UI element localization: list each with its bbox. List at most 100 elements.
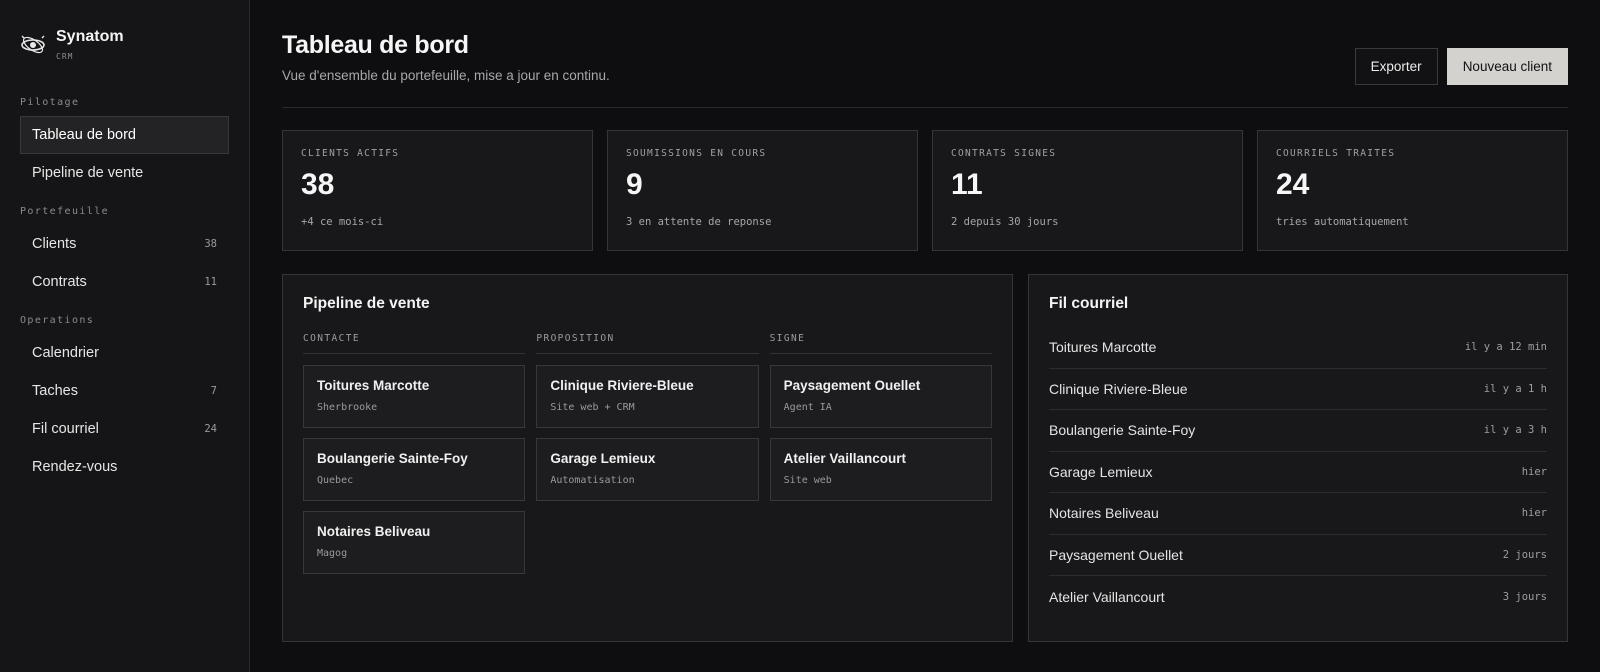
feed-name: Boulangerie Sainte-Foy bbox=[1049, 422, 1196, 439]
sidebar-item-label: Rendez-vous bbox=[32, 459, 118, 475]
feed-item[interactable]: Toitures Marcotte il y a 12 min bbox=[1049, 327, 1547, 369]
sidebar-item-label: Calendrier bbox=[32, 345, 99, 361]
deal-card[interactable]: Garage Lemieux Automatisation bbox=[536, 438, 759, 501]
page-subtitle: Vue d'ensemble du portefeuille, mise a j… bbox=[282, 68, 610, 83]
feed-item[interactable]: Atelier Vaillancourt 3 jours bbox=[1049, 576, 1547, 618]
stat-note: +4 ce mois-ci bbox=[301, 216, 384, 228]
pipeline-column-contacte: CONTACTE Toitures Marcotte Sherbrooke Bo… bbox=[303, 333, 526, 584]
deal-name: Boulangerie Sainte-Foy bbox=[317, 451, 468, 466]
app-shell: Synatom CRM Pilotage Tableau de bord Pip… bbox=[0, 0, 1600, 672]
feed-name: Notaires Beliveau bbox=[1049, 505, 1159, 522]
stat-note: tries automatiquement bbox=[1276, 216, 1409, 228]
stats-row: CLIENTS ACTIFS 38 +4 ce mois-ci SOUMISSI… bbox=[282, 130, 1568, 251]
header-actions: Exporter Nouveau client bbox=[1354, 48, 1568, 85]
deal-card[interactable]: Notaires Beliveau Magog bbox=[303, 511, 526, 574]
eye-atom-icon bbox=[21, 35, 45, 54]
feed-time: il y a 12 min bbox=[1464, 341, 1547, 354]
deal-card[interactable]: Clinique Riviere-Bleue Site web + CRM bbox=[536, 365, 759, 428]
brand-name: Synatom bbox=[56, 28, 124, 45]
deal-name: Toitures Marcotte bbox=[317, 378, 430, 393]
page-title: Tableau de bord bbox=[282, 31, 469, 59]
nav-section-title: Operations bbox=[20, 315, 95, 326]
feed-name: Paysagement Ouellet bbox=[1049, 546, 1183, 563]
deal-card[interactable]: Boulangerie Sainte-Foy Quebec bbox=[303, 438, 526, 501]
sidebar-item-count: 7 bbox=[210, 385, 217, 397]
deal-name: Notaires Beliveau bbox=[317, 524, 431, 539]
sidebar-item-label: Contrats bbox=[32, 274, 87, 290]
page-header: Tableau de bord Vue d'ensemble du portef… bbox=[282, 28, 1568, 108]
feed-item[interactable]: Clinique Riviere-Bleue il y a 1 h bbox=[1049, 369, 1547, 410]
feed-item[interactable]: Notaires Beliveau hier bbox=[1049, 493, 1547, 535]
feed-name: Atelier Vaillancourt bbox=[1049, 588, 1165, 605]
sidebar-item-tableau-de-bord[interactable]: Tableau de bord bbox=[20, 116, 229, 154]
nav-section-title: Portefeuille bbox=[20, 206, 110, 217]
stat-card-clients-actifs: CLIENTS ACTIFS 38 +4 ce mois-ci bbox=[282, 130, 593, 251]
sidebar-item-label: Fil courriel bbox=[32, 421, 99, 437]
feed-time: 3 jours bbox=[1502, 590, 1547, 603]
sidebar-item-label: Clients bbox=[32, 236, 77, 252]
pipeline-columns: CONTACTE Toitures Marcotte Sherbrooke Bo… bbox=[303, 333, 992, 584]
stat-label: CONTRATS SIGNES bbox=[951, 148, 1057, 159]
email-feed-panel: Fil courriel Toitures Marcotte il y a 12… bbox=[1028, 274, 1568, 642]
deal-card[interactable]: Paysagement Ouellet Agent IA bbox=[769, 365, 992, 428]
export-button[interactable]: Exporter bbox=[1354, 48, 1438, 85]
pipeline-column-signe: SIGNE Paysagement Ouellet Agent IA Ateli… bbox=[769, 333, 992, 584]
sidebar-nav: Pilotage Tableau de bord Pipeline de ven… bbox=[20, 97, 229, 486]
feed-list: Toitures Marcotte il y a 12 min Clinique… bbox=[1049, 327, 1547, 618]
stat-note: 3 en attente de reponse bbox=[626, 216, 772, 228]
sidebar-item-pipeline-de-vente[interactable]: Pipeline de vente bbox=[20, 154, 229, 192]
pipeline-column-proposition: PROPOSITION Clinique Riviere-Bleue Site … bbox=[536, 333, 759, 584]
stat-note: 2 depuis 30 jours bbox=[951, 216, 1059, 228]
deal-name: Paysagement Ouellet bbox=[783, 378, 921, 393]
feed-item[interactable]: Boulangerie Sainte-Foy il y a 3 h bbox=[1049, 410, 1547, 452]
sidebar: Synatom CRM Pilotage Tableau de bord Pip… bbox=[0, 0, 250, 672]
deal-sub: Automatisation bbox=[550, 475, 635, 486]
column-title: CONTACTE bbox=[303, 333, 526, 354]
feed-item[interactable]: Garage Lemieux hier bbox=[1049, 452, 1547, 493]
sidebar-item-taches[interactable]: Taches 7 bbox=[20, 372, 229, 410]
stat-card-contrats-signes: CONTRATS SIGNES 11 2 depuis 30 jours bbox=[932, 130, 1243, 251]
stat-label: CLIENTS ACTIFS bbox=[301, 148, 400, 159]
feed-time: hier bbox=[1521, 465, 1547, 478]
sidebar-item-count: 11 bbox=[204, 276, 217, 288]
feed-name: Clinique Riviere-Bleue bbox=[1049, 380, 1188, 397]
brand[interactable]: Synatom CRM bbox=[20, 28, 229, 61]
column-title: PROPOSITION bbox=[536, 333, 759, 354]
sidebar-item-label: Tableau de bord bbox=[32, 127, 136, 143]
feed-time: il y a 1 h bbox=[1483, 382, 1547, 395]
feed-title: Fil courriel bbox=[1049, 295, 1129, 312]
feed-item[interactable]: Paysagement Ouellet 2 jours bbox=[1049, 535, 1547, 576]
pipeline-title: Pipeline de vente bbox=[303, 295, 430, 312]
sidebar-item-fil-courriel[interactable]: Fil courriel 24 bbox=[20, 410, 229, 448]
panels-row: Pipeline de vente CONTACTE Toitures Marc… bbox=[282, 274, 1568, 642]
feed-name: Garage Lemieux bbox=[1049, 463, 1153, 480]
sidebar-item-rendez-vous[interactable]: Rendez-vous bbox=[20, 448, 229, 486]
sidebar-item-calendrier[interactable]: Calendrier bbox=[20, 334, 229, 372]
sidebar-item-contrats[interactable]: Contrats 11 bbox=[20, 263, 229, 301]
feed-time: 2 jours bbox=[1502, 548, 1547, 561]
nav-section-portefeuille: Portefeuille Clients 38 Contrats 11 bbox=[20, 206, 229, 301]
pipeline-panel: Pipeline de vente CONTACTE Toitures Marc… bbox=[282, 274, 1013, 642]
nav-section-title: Pilotage bbox=[20, 97, 80, 108]
deal-sub: Quebec bbox=[317, 475, 354, 486]
sidebar-item-clients[interactable]: Clients 38 bbox=[20, 225, 229, 263]
stat-value: 11 bbox=[951, 168, 983, 201]
feed-name: Toitures Marcotte bbox=[1049, 339, 1157, 356]
deal-card[interactable]: Atelier Vaillancourt Site web bbox=[769, 438, 992, 501]
deal-sub: Magog bbox=[317, 548, 348, 559]
nav-section-operations: Operations Calendrier Taches 7 Fil courr… bbox=[20, 315, 229, 486]
sidebar-item-count: 24 bbox=[204, 423, 217, 435]
sidebar-item-count: 38 bbox=[204, 238, 217, 250]
sidebar-item-label: Pipeline de vente bbox=[32, 165, 144, 181]
deal-sub: Agent IA bbox=[783, 402, 832, 413]
feed-time: hier bbox=[1521, 507, 1547, 520]
deal-card[interactable]: Toitures Marcotte Sherbrooke bbox=[303, 365, 526, 428]
sidebar-item-label: Taches bbox=[32, 383, 78, 399]
new-client-button[interactable]: Nouveau client bbox=[1446, 48, 1568, 85]
nav-section-pilotage: Pilotage Tableau de bord Pipeline de ven… bbox=[20, 97, 229, 192]
deal-sub: Site web + CRM bbox=[550, 402, 635, 413]
stat-card-soumissions: SOUMISSIONS EN COURS 9 3 en attente de r… bbox=[607, 130, 918, 251]
column-title: SIGNE bbox=[769, 333, 992, 354]
stat-value: 38 bbox=[301, 168, 335, 201]
main-content: Tableau de bord Vue d'ensemble du portef… bbox=[250, 0, 1600, 672]
